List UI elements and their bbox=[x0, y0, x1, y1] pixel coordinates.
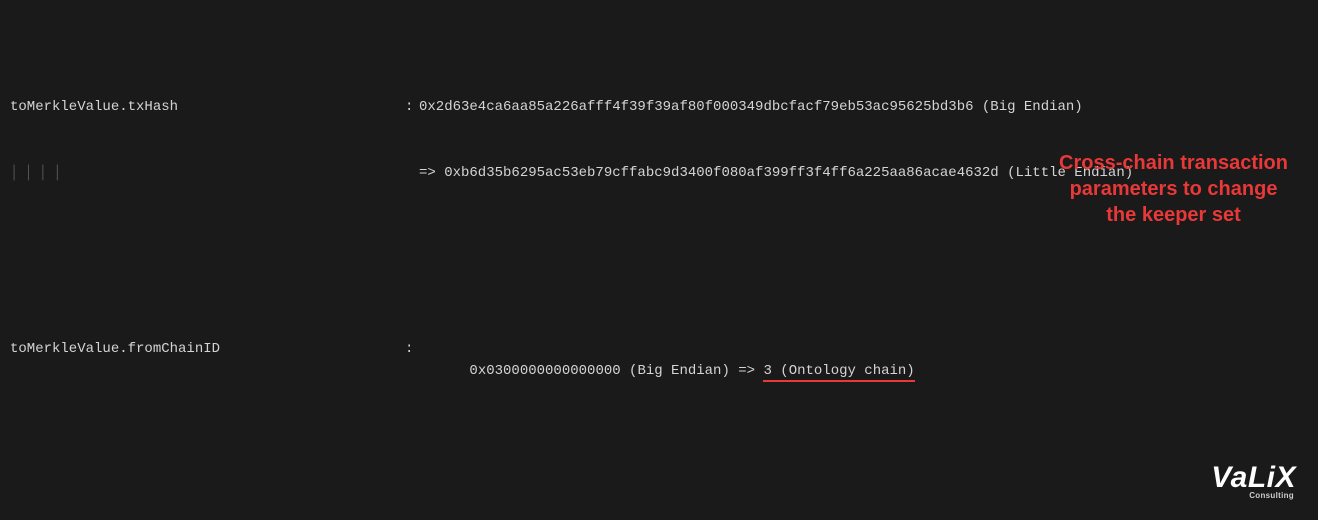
tree-pipe: ││││ bbox=[10, 162, 68, 184]
value-text: => 0xb6d35b6295ac53eb79cffabc9d3400f080a… bbox=[419, 165, 1133, 181]
logo-main: VaLi bbox=[1211, 461, 1275, 494]
logo-x: X bbox=[1275, 461, 1296, 494]
value-text: 0x0300000000000000 (Big Endian) => bbox=[469, 363, 763, 379]
annotation-line: parameters to change bbox=[1070, 178, 1278, 200]
annotation-line: Cross-chain transaction bbox=[1059, 152, 1288, 174]
row-txhash: toMerkleValue.txHash : 0x2d63e4ca6aa85a2… bbox=[10, 96, 1308, 118]
callout-annotation: Cross-chain transaction parameters to ch… bbox=[1059, 150, 1288, 228]
data-dump: toMerkleValue.txHash : 0x2d63e4ca6aa85a2… bbox=[0, 0, 1318, 520]
annotation-line: the keeper set bbox=[1106, 204, 1241, 226]
key-label: toMerkleValue.txHash bbox=[10, 96, 178, 118]
valix-logo: VaLiX Consulting bbox=[1211, 461, 1296, 500]
value-text: 0x2d63e4ca6aa85a226afff4f39f39af80f00034… bbox=[419, 99, 1083, 115]
value-highlight: 3 (Ontology chain) bbox=[763, 363, 914, 382]
key-label: toMerkleValue.fromChainID bbox=[10, 338, 220, 360]
row-fromchainid: toMerkleValue.fromChainID : 0x0300000000… bbox=[10, 338, 1308, 404]
